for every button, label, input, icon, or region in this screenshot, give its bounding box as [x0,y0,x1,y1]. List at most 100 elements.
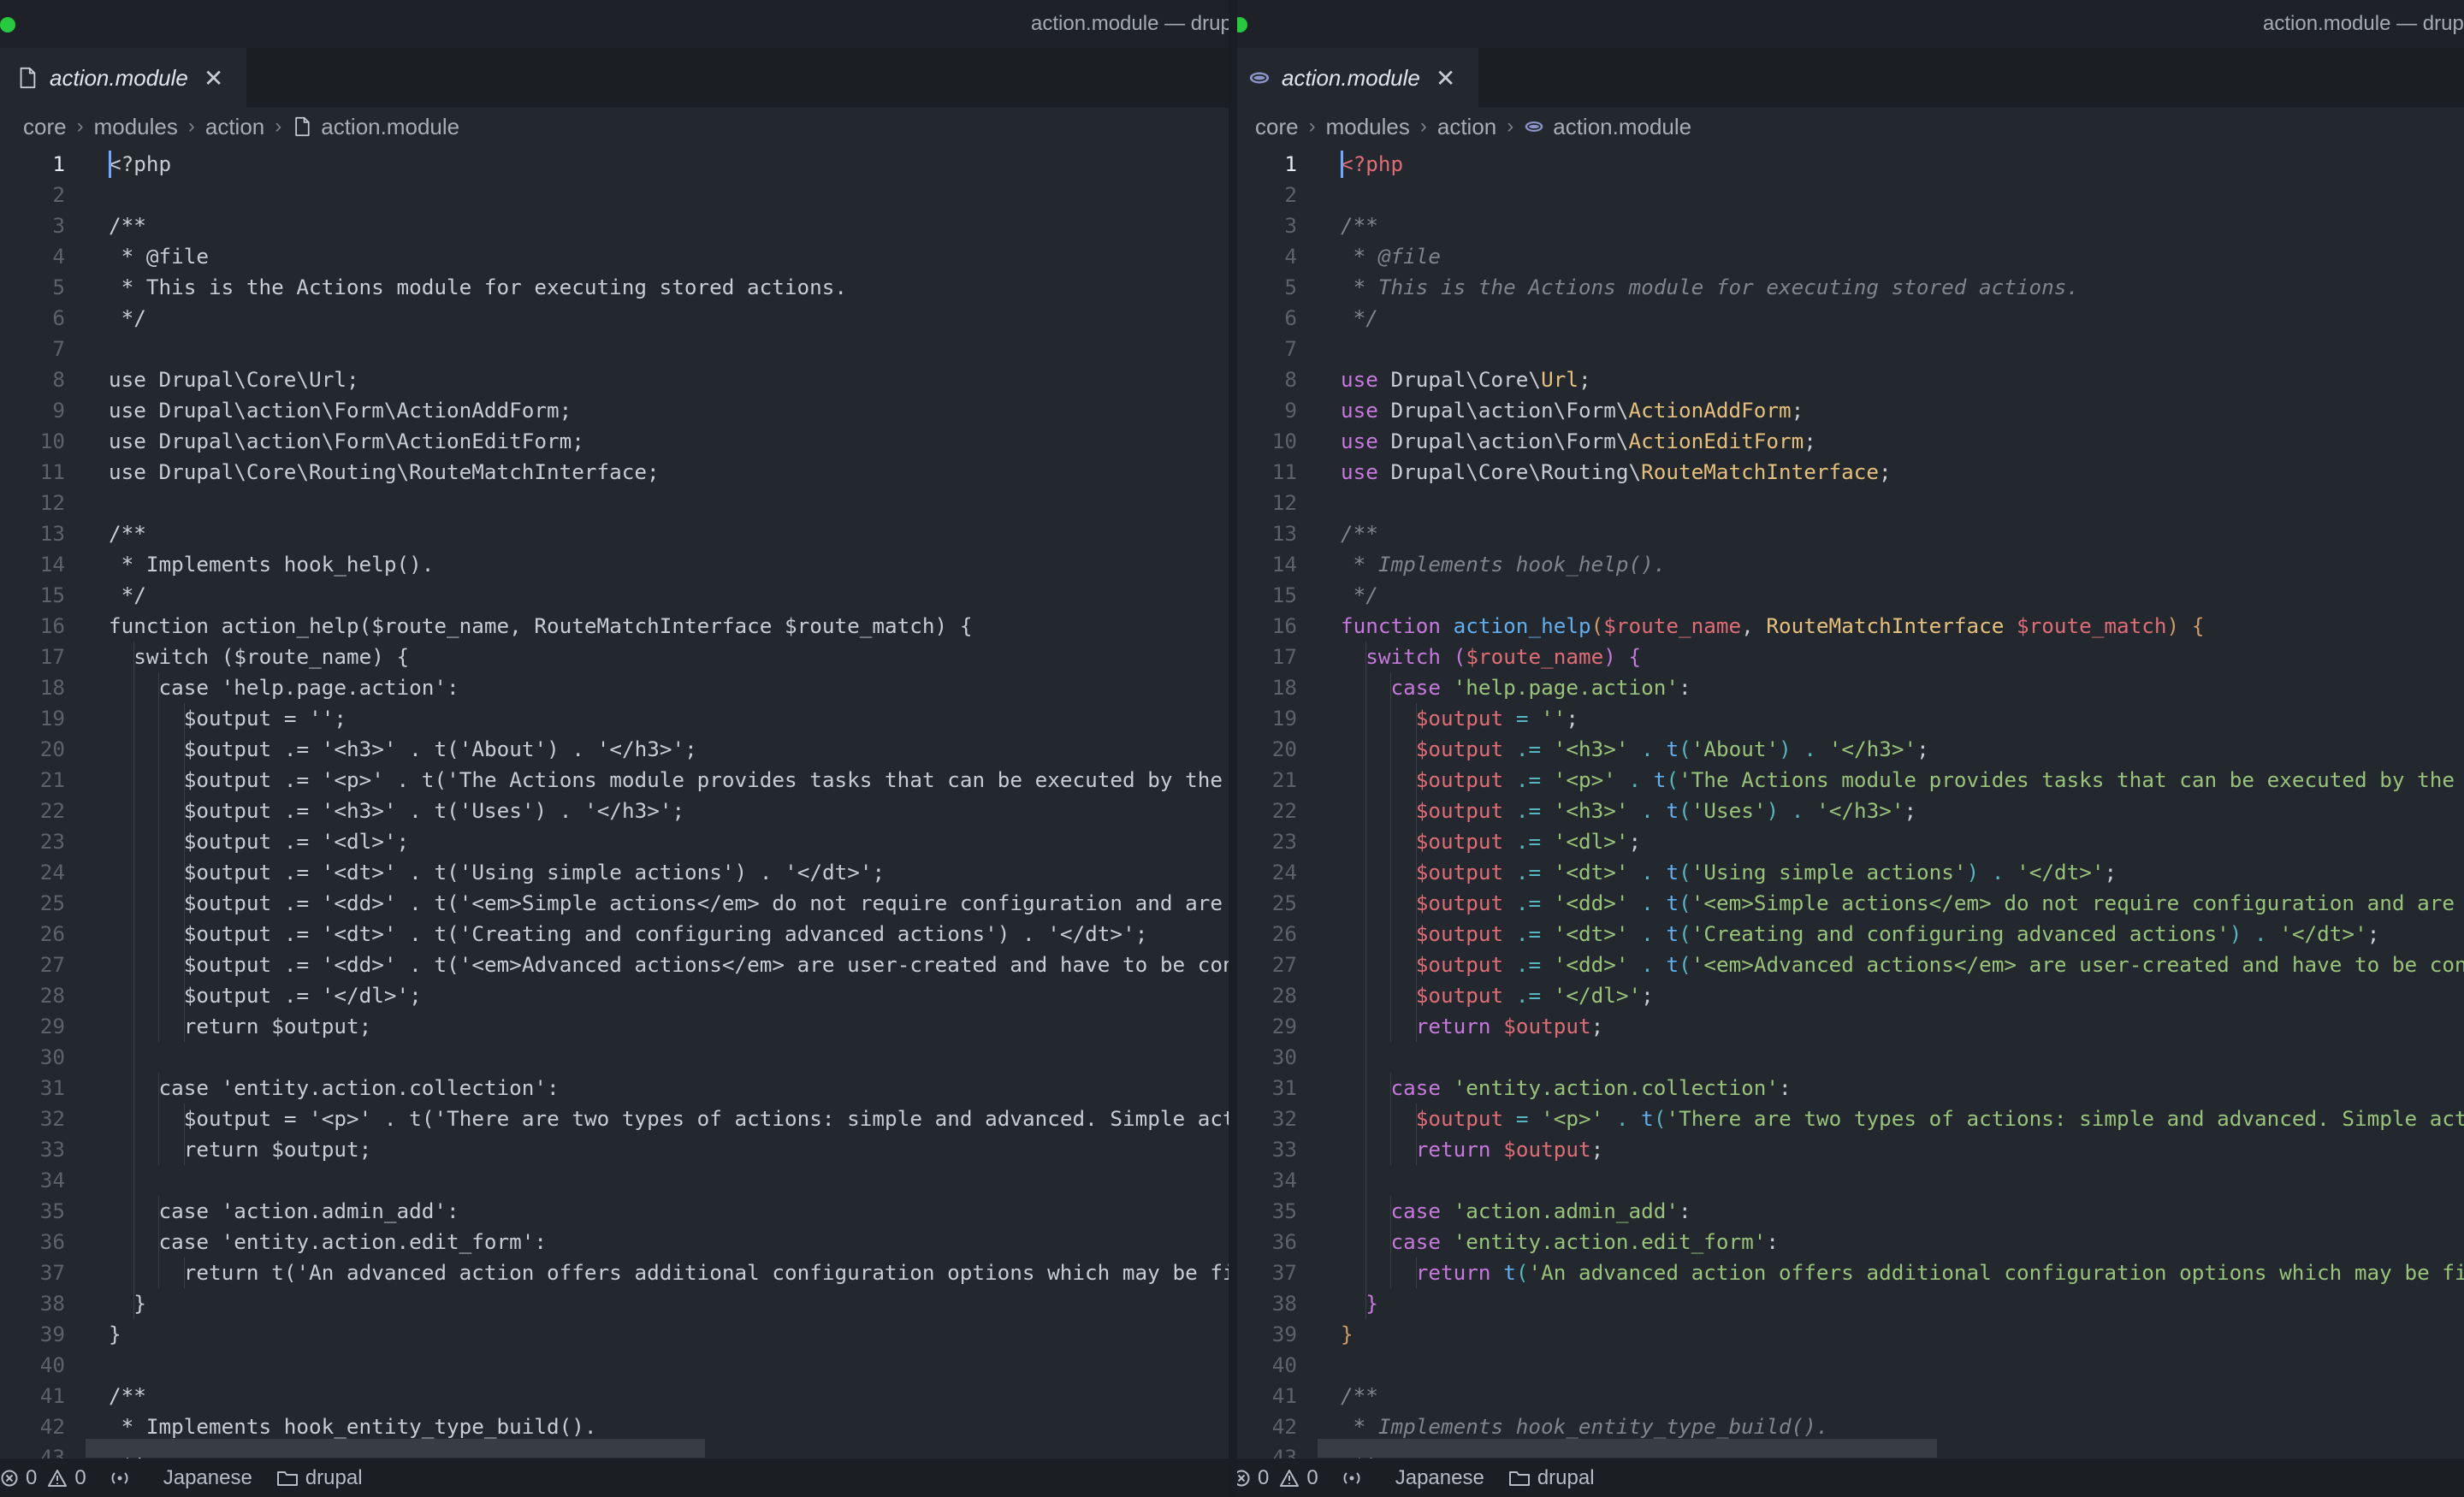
code-line[interactable]: 17 switch ($route_name) { [0,642,1232,672]
code-line[interactable]: 32 $output = '<p>' . t('There are two ty… [0,1104,1232,1134]
code-line[interactable]: 4 * @file [1232,241,2464,272]
code-line[interactable]: 10 use Drupal\action\Form\ActionEditForm; [1232,426,2464,457]
code-line[interactable]: 35 case 'action.admin_add': [0,1196,1232,1227]
workspace-folder[interactable]: drupal [1508,1466,1595,1490]
broadcast-indicator[interactable] [1341,1469,1370,1488]
code-line[interactable]: 24 $output .= '<dt>' . t('Using simple a… [1232,857,2464,888]
code-line[interactable]: 23 $output .= '<dl>'; [0,826,1232,857]
code-line[interactable]: 28 $output .= '</dl>'; [1232,980,2464,1011]
code-line[interactable]: 36 case 'entity.action.edit_form': [1232,1227,2464,1257]
code-line[interactable]: 18 case 'help.page.action': [1232,672,2464,703]
code-line[interactable]: 21 $output .= '<p>' . t('The Actions mod… [1232,765,2464,796]
code-line[interactable]: 26 $output .= '<dt>' . t('Creating and c… [0,919,1232,950]
code-line[interactable]: 17 switch ($route_name) { [1232,642,2464,672]
code-line[interactable]: 19 $output = ''; [0,703,1232,734]
language-status[interactable]: Japanese [163,1466,252,1490]
code-line[interactable]: 1 <?php [0,149,1232,180]
code-line[interactable]: 20 $output .= '<h3>' . t('About') . '</h… [0,734,1232,765]
code-line[interactable]: 11 use Drupal\Core\Routing\RouteMatchInte… [1232,457,2464,488]
code-line[interactable]: 14 * Implements hook_help(). [0,549,1232,580]
tab-action-module[interactable]: action.module ✕ [0,48,246,108]
horizontal-scrollbar[interactable] [86,1439,705,1458]
code-line[interactable]: 6 */ [1232,303,2464,334]
broadcast-indicator[interactable] [109,1469,138,1488]
breadcrumb-item[interactable]: core [1255,114,1299,140]
code-line[interactable]: 27 $output .= '<dd>' . t('<em>Advanced a… [0,950,1232,980]
code-line[interactable]: 11 use Drupal\Core\Routing\RouteMatchInte… [0,457,1232,488]
code-line[interactable]: 30 [1232,1042,2464,1073]
tab-action-module[interactable]: action.module ✕ [1232,48,1478,108]
code-line[interactable]: 39} [1232,1319,2464,1350]
code-line[interactable]: 9 use Drupal\action\Form\ActionAddForm; [1232,395,2464,426]
breadcrumb-item[interactable]: modules [1326,114,1410,140]
code-line[interactable]: 29 return $output; [0,1011,1232,1042]
code-line[interactable]: 15 */ [1232,580,2464,611]
code-line[interactable]: 41 /** [1232,1381,2464,1411]
pane-divider[interactable] [1229,0,1237,1497]
code-line[interactable]: 7 [1232,334,2464,364]
code-line[interactable]: 34 [1232,1165,2464,1196]
code-line[interactable]: 18 case 'help.page.action': [0,672,1232,703]
code-line[interactable]: 5 * This is the Actions module for execu… [1232,272,2464,303]
language-status[interactable]: Japanese [1395,1466,1484,1490]
code-line[interactable]: 8 use Drupal\Core\Url; [0,364,1232,395]
code-line[interactable]: 2 [1232,180,2464,210]
code-line[interactable]: 40 [1232,1350,2464,1381]
code-line[interactable]: 27 $output .= '<dd>' . t('<em>Advanced a… [1232,950,2464,980]
code-editor[interactable]: 1 <?php 2 3/** 4 * @file 5 * This is the Acti… [1232,145,2464,1459]
code-line[interactable]: 41 /** [0,1381,1232,1411]
code-line[interactable]: 30 [0,1042,1232,1073]
window-close-control[interactable] [0,17,15,33]
code-line[interactable]: 15 */ [0,580,1232,611]
code-line[interactable]: 20 $output .= '<h3>' . t('About') . '</h… [1232,734,2464,765]
code-line[interactable]: 39} [0,1319,1232,1350]
code-line[interactable]: 42 * Implements hook_entity_type_build()… [0,1411,1232,1442]
horizontal-scrollbar[interactable] [1318,1439,1937,1458]
code-line[interactable]: 16 function action_help($route_name, Rout… [1232,611,2464,642]
code-editor[interactable]: 1 <?php 2 3/** 4 * @file 5 * This is the Acti… [0,145,1232,1459]
code-line[interactable]: 31 case 'entity.action.collection': [0,1073,1232,1104]
breadcrumb-item[interactable]: action.module [1553,114,1691,140]
code-line[interactable]: 22 $output .= '<h3>' . t('Uses') . '</h3… [0,796,1232,826]
code-line[interactable]: 10 use Drupal\action\Form\ActionEditForm; [0,426,1232,457]
code-line[interactable]: 37 return t('An advanced action offers a… [1232,1257,2464,1288]
code-line[interactable]: 38 } [0,1288,1232,1319]
code-line[interactable]: 23 $output .= '<dl>'; [1232,826,2464,857]
code-line[interactable]: 28 $output .= '</dl>'; [0,980,1232,1011]
code-line[interactable]: 21 $output .= '<p>' . t('The Actions mod… [0,765,1232,796]
code-line[interactable]: 38 } [1232,1288,2464,1319]
code-line[interactable]: 3 /** [0,210,1232,241]
close-icon[interactable]: ✕ [204,64,223,92]
code-line[interactable]: 8 use Drupal\Core\Url; [1232,364,2464,395]
code-line[interactable]: 31 case 'entity.action.collection': [1232,1073,2464,1104]
workspace-folder[interactable]: drupal [276,1466,363,1490]
code-line[interactable]: 34 [0,1165,1232,1196]
code-line[interactable]: 26 $output .= '<dt>' . t('Creating and c… [1232,919,2464,950]
code-line[interactable]: 13 /** [0,518,1232,549]
code-line[interactable]: 33 return $output; [1232,1134,2464,1165]
code-line[interactable]: 2 [0,180,1232,210]
code-line[interactable]: 12 [0,488,1232,518]
code-line[interactable]: 12 [1232,488,2464,518]
code-line[interactable]: 6 */ [0,303,1232,334]
code-line[interactable]: 33 return $output; [0,1134,1232,1165]
code-line[interactable]: 16 function action_help($route_name, Rout… [0,611,1232,642]
code-line[interactable]: 42 * Implements hook_entity_type_build()… [1232,1411,2464,1442]
code-line[interactable]: 32 $output = '<p>' . t('There are two ty… [1232,1104,2464,1134]
code-line[interactable]: 14 * Implements hook_help(). [1232,549,2464,580]
code-line[interactable]: 3 /** [1232,210,2464,241]
breadcrumb-item[interactable]: action [205,114,264,140]
code-line[interactable]: 7 [0,334,1232,364]
code-line[interactable]: 22 $output .= '<h3>' . t('Uses') . '</h3… [1232,796,2464,826]
breadcrumb-item[interactable]: action [1437,114,1496,140]
breadcrumb-item[interactable]: core [23,114,67,140]
code-line[interactable]: 36 case 'entity.action.edit_form': [0,1227,1232,1257]
code-line[interactable]: 35 case 'action.admin_add': [1232,1196,2464,1227]
problems-indicator[interactable]: 0 0 [0,1466,86,1490]
code-line[interactable]: 25 $output .= '<dd>' . t('<em>Simple act… [1232,888,2464,919]
code-line[interactable]: 40 [0,1350,1232,1381]
code-line[interactable]: 25 $output .= '<dd>' . t('<em>Simple act… [0,888,1232,919]
code-line[interactable]: 9 use Drupal\action\Form\ActionAddForm; [0,395,1232,426]
breadcrumb-item[interactable]: modules [94,114,178,140]
code-line[interactable]: 19 $output = ''; [1232,703,2464,734]
